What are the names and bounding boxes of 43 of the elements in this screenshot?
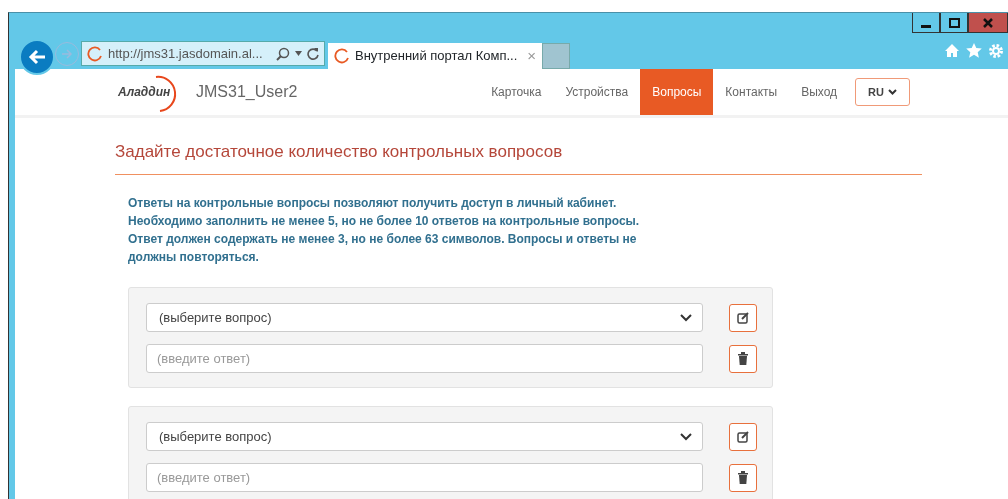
edit-button[interactable]: [729, 422, 757, 451]
nav-link[interactable]: Контакты: [713, 69, 790, 115]
delete-button[interactable]: [729, 463, 757, 492]
loading-icon: [87, 45, 103, 62]
edit-button[interactable]: [729, 303, 757, 332]
close-button[interactable]: [968, 13, 1008, 33]
trash-icon: [738, 471, 748, 485]
loading-icon: [334, 48, 350, 64]
question-select[interactable]: (выберите вопрос): [146, 422, 703, 452]
arrow-left-icon: [28, 49, 46, 65]
minimize-icon: [921, 24, 931, 28]
arrow-right-icon: [61, 49, 73, 59]
nav-link[interactable]: Вопросы: [640, 69, 714, 115]
edit-icon: [737, 311, 749, 324]
chevron-down-icon: [888, 89, 897, 95]
nav-link[interactable]: Карточка: [479, 69, 554, 115]
address-bar[interactable]: http://jms31.jasdomain.al...: [81, 41, 325, 66]
logo[interactable]: Аладдин: [118, 69, 174, 115]
user-name: JMS31_User2: [196, 82, 298, 102]
answer-field[interactable]: (введите ответ): [146, 463, 703, 493]
minimize-button[interactable]: [912, 13, 940, 33]
nav-link[interactable]: Выход: [789, 69, 850, 115]
address-text: http://jms31.jasdomain.al...: [108, 44, 263, 63]
close-icon: [983, 17, 993, 28]
search-icon: [276, 46, 290, 61]
maximize-icon: [948, 17, 960, 28]
question-select[interactable]: (выберите вопрос): [146, 303, 703, 333]
caret-icon: [295, 51, 302, 56]
refresh-icon: [307, 47, 319, 60]
page-title: Задайте достаточное количество контрольных вопросов: [115, 142, 922, 176]
answer-field[interactable]: (введите ответ): [146, 344, 703, 374]
edit-icon: [737, 430, 749, 443]
info-text: Ответы на контрольные вопросы позволяют получить доступ в личный кабинет. Необходимо заполнить не менее 5, но не более 10 ответов на контрольные вопросы. Ответ должен содержать не менее 3, но не более 63 символов. Вопросы и ответы не должны повторяться.: [128, 195, 641, 267]
chevron-down-icon: [680, 432, 692, 441]
delete-button[interactable]: [729, 344, 757, 373]
browser-tab[interactable]: Внутренний портал Комп... ×: [328, 43, 542, 69]
star-icon[interactable]: [966, 43, 982, 58]
chevron-down-icon: [680, 313, 692, 322]
trash-icon: [738, 352, 748, 366]
tab-title: Внутренний портал Комп...: [355, 47, 518, 66]
nav-link[interactable]: Устройства: [553, 69, 641, 115]
maximize-button[interactable]: [940, 13, 968, 33]
language-dropdown[interactable]: RU: [855, 77, 910, 107]
